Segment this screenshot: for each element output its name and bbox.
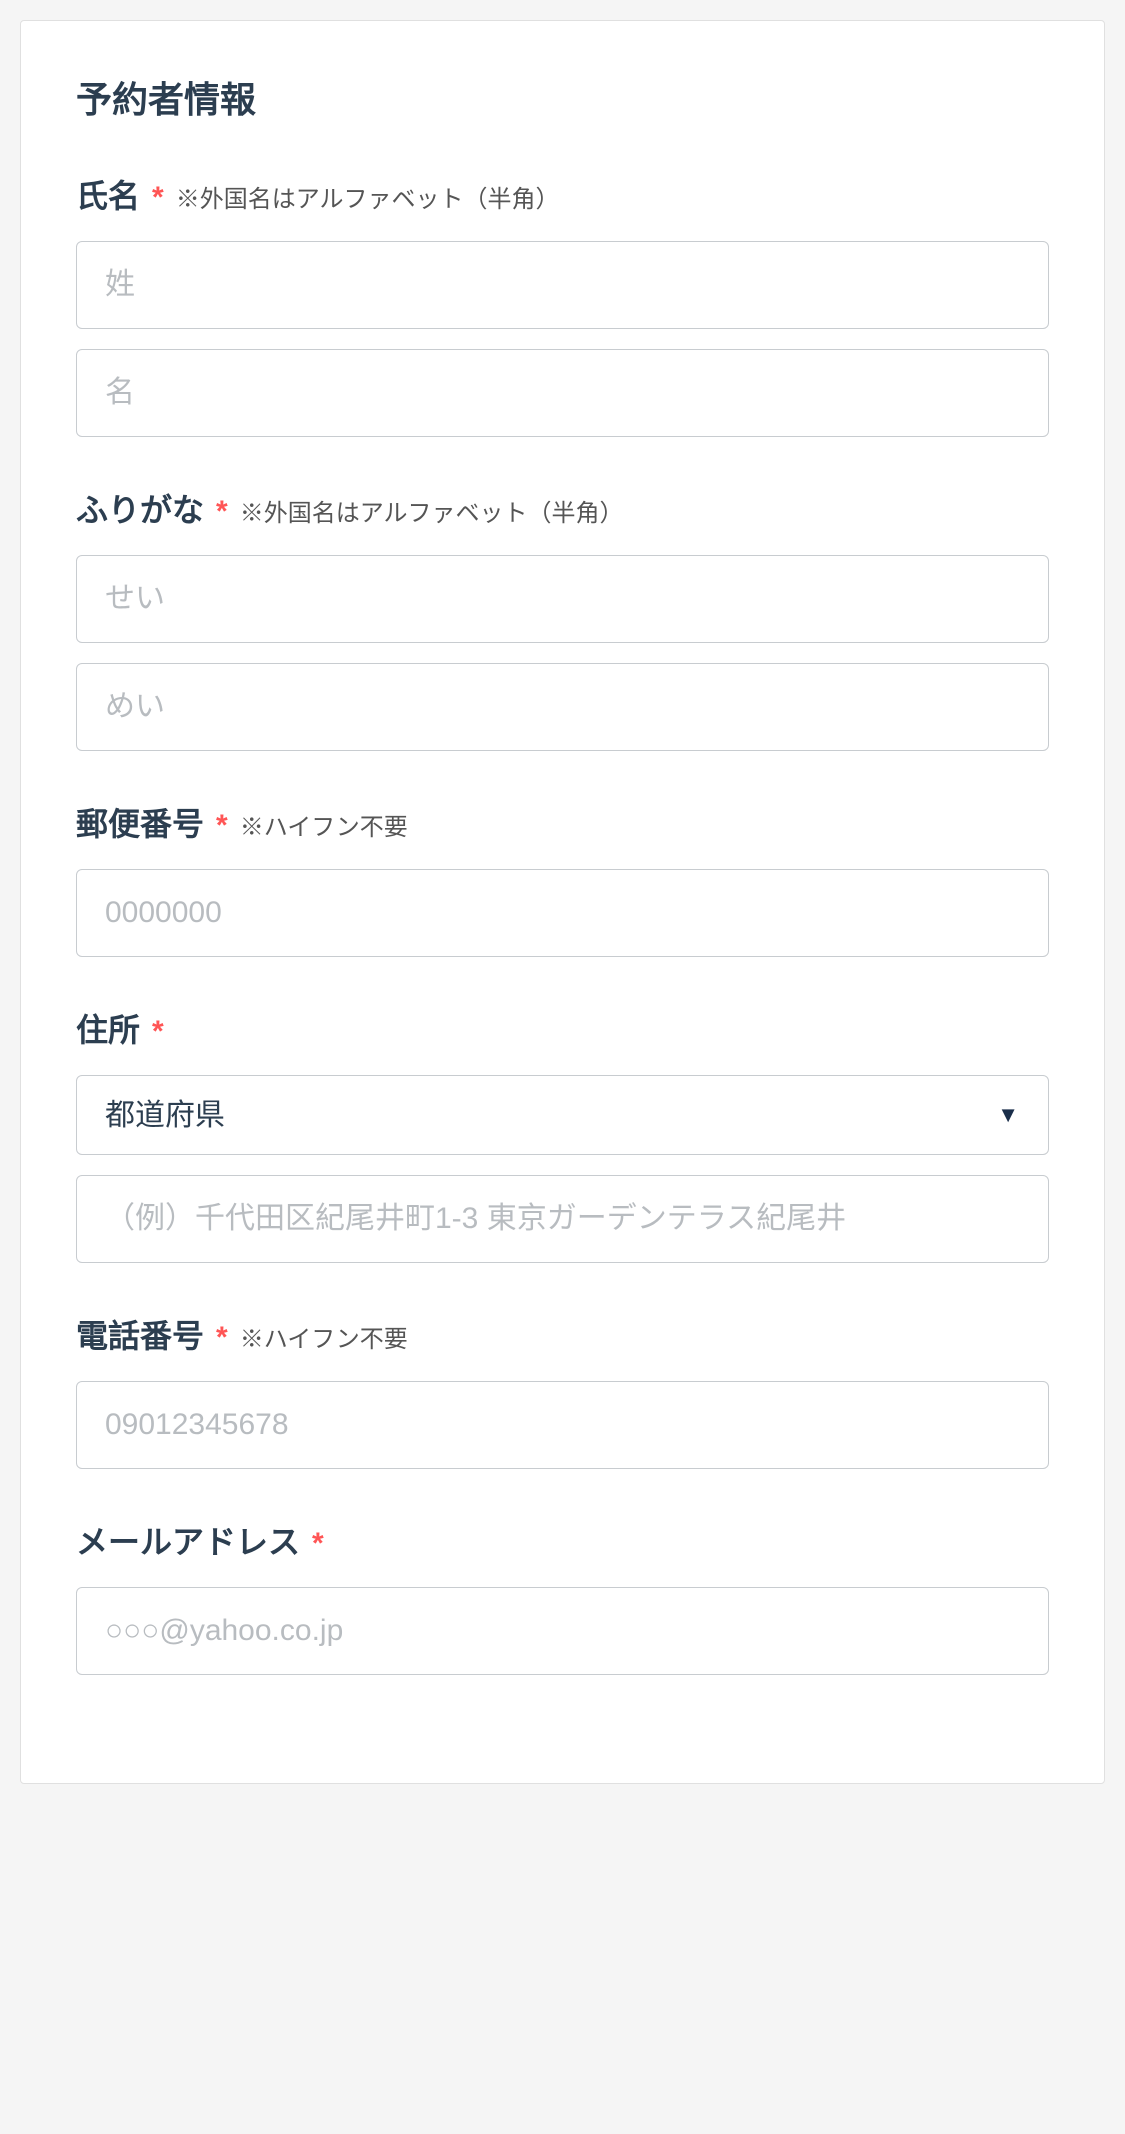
reservation-form: 予約者情報 氏名 * ※外国名はアルファベット（半角） ふりがな * ※外国名は…: [20, 20, 1105, 1784]
prefecture-select-wrapper: 都道府県 ▼: [76, 1075, 1049, 1155]
furigana-hint: ※外国名はアルファベット（半角）: [240, 493, 624, 528]
last-name-input[interactable]: [76, 241, 1049, 329]
required-mark: *: [216, 809, 228, 843]
required-mark: *: [152, 1015, 164, 1049]
phone-label: 電話番号: [76, 1311, 204, 1357]
last-name-kana-input[interactable]: [76, 555, 1049, 643]
phone-field-group: 電話番号 * ※ハイフン不要: [76, 1311, 1049, 1469]
email-label-row: メールアドレス *: [76, 1517, 1049, 1563]
postal-label: 郵便番号: [76, 799, 204, 845]
required-mark: *: [216, 1321, 228, 1355]
phone-input[interactable]: [76, 1381, 1049, 1469]
name-label-row: 氏名 * ※外国名はアルファベット（半角）: [76, 171, 1049, 217]
first-name-input[interactable]: [76, 349, 1049, 437]
address-label-row: 住所 *: [76, 1005, 1049, 1051]
email-input[interactable]: [76, 1587, 1049, 1675]
name-label: 氏名: [76, 171, 140, 217]
postal-hint: ※ハイフン不要: [240, 807, 408, 842]
furigana-field-group: ふりがな * ※外国名はアルファベット（半角）: [76, 485, 1049, 751]
phone-label-row: 電話番号 * ※ハイフン不要: [76, 1311, 1049, 1357]
furigana-label-row: ふりがな * ※外国名はアルファベット（半角）: [76, 485, 1049, 531]
email-label: メールアドレス: [76, 1517, 300, 1563]
prefecture-select[interactable]: 都道府県: [76, 1075, 1049, 1155]
postal-label-row: 郵便番号 * ※ハイフン不要: [76, 799, 1049, 845]
postal-code-input[interactable]: [76, 869, 1049, 957]
first-name-kana-input[interactable]: [76, 663, 1049, 751]
name-field-group: 氏名 * ※外国名はアルファベット（半角）: [76, 171, 1049, 437]
required-mark: *: [312, 1527, 324, 1561]
required-mark: *: [216, 495, 228, 529]
address-label: 住所: [76, 1005, 140, 1051]
furigana-label: ふりがな: [76, 485, 204, 531]
required-mark: *: [152, 181, 164, 215]
address-field-group: 住所 * 都道府県 ▼: [76, 1005, 1049, 1263]
email-field-group: メールアドレス *: [76, 1517, 1049, 1675]
section-title: 予約者情報: [76, 71, 1049, 123]
phone-hint: ※ハイフン不要: [240, 1319, 408, 1354]
address-detail-input[interactable]: [76, 1175, 1049, 1263]
name-hint: ※外国名はアルファベット（半角）: [176, 179, 560, 214]
postal-field-group: 郵便番号 * ※ハイフン不要: [76, 799, 1049, 957]
